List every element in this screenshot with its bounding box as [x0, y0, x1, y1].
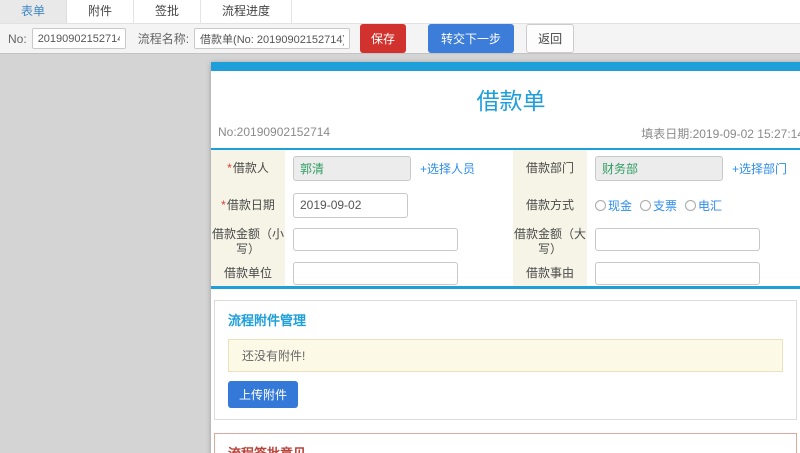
action-toolbar: No: 流程名称: 保存 转交下一步 返回: [0, 24, 800, 54]
form-panel: 借款单 No:20190902152714 填表日期:2019-09-02 15…: [211, 62, 800, 453]
loan-date-label: 借款日期: [226, 197, 275, 212]
select-department-link[interactable]: +选择部门: [732, 160, 787, 177]
borrower-label-cell: * 借款人: [211, 150, 285, 186]
tab-bar: 表单 附件 签批 流程进度: [0, 0, 800, 24]
top-chrome: 表单 附件 签批 流程进度 No: 流程名称: 保存 转交下一步 返回: [0, 0, 800, 54]
department-label-cell: 借款部门: [513, 150, 587, 186]
fill-date: 填表日期:2019-09-02 15:27:14: [641, 127, 800, 141]
radio-cash[interactable]: 现金: [595, 197, 632, 214]
borrower-field-cell: +选择人员: [285, 150, 513, 186]
unit-field-cell: [285, 260, 513, 286]
loan-date-field-cell: [285, 186, 513, 224]
no-attachments-text: 还没有附件!: [242, 349, 306, 363]
page-title: 借款单: [476, 88, 546, 114]
loan-method-radio-group: 现金 支票 电汇: [595, 197, 722, 214]
tab-approval[interactable]: 签批: [134, 0, 202, 23]
required-mark: *: [227, 160, 232, 175]
next-step-button[interactable]: 转交下一步: [428, 24, 515, 53]
form-row-unit-reason: 借款单位 借款事由: [211, 260, 800, 286]
radio-cash-label: 现金: [608, 198, 633, 213]
unit-input[interactable]: [293, 261, 458, 285]
amount-upper-input[interactable]: [595, 228, 760, 251]
unit-label: 借款单位: [223, 265, 272, 280]
loan-method-label: 借款方式: [525, 197, 574, 212]
unit-label-cell: 借款单位: [211, 260, 285, 286]
approval-section: 流程签批意见 B I abc: [214, 433, 797, 453]
radio-button-icon[interactable]: [595, 199, 606, 211]
tab-attachment[interactable]: 附件: [67, 0, 135, 23]
amount-lower-label: 借款金额（小写）: [212, 227, 285, 256]
tab-form[interactable]: 表单: [0, 0, 68, 23]
form-row-date-method: *借款日期 借款方式 现金 支票 电汇: [211, 186, 800, 224]
reason-field-cell: [587, 260, 800, 286]
radio-wire-label: 电汇: [698, 198, 723, 213]
attachments-heading: 流程附件管理: [228, 313, 307, 328]
no-attachments-alert: 还没有附件!: [228, 339, 783, 372]
select-person-link[interactable]: +选择人员: [420, 160, 475, 177]
radio-wire[interactable]: 电汇: [685, 197, 722, 214]
radio-button-icon[interactable]: [640, 199, 652, 211]
radio-cheque-label: 支票: [653, 198, 678, 213]
flow-name-input[interactable]: [194, 28, 351, 49]
borrower-label: 借款人: [232, 160, 269, 175]
back-button[interactable]: 返回: [526, 24, 575, 53]
reason-label: 借款事由: [525, 265, 574, 280]
amount-upper-label-cell: 借款金额（大写）: [513, 224, 587, 260]
form-row-borrower: *借款人 +选择人员 借款部门 +选择部门: [211, 150, 800, 186]
amount-lower-field-cell: [285, 224, 513, 260]
radio-cheque[interactable]: 支票: [640, 197, 677, 214]
save-button[interactable]: 保存: [360, 24, 407, 53]
required-mark: *: [221, 197, 226, 212]
panel-top-accent-bar: [211, 62, 800, 71]
loan-date-label-cell: * 借款日期: [211, 186, 285, 224]
attachments-section: 流程附件管理 还没有附件! 上传附件: [214, 300, 797, 420]
reason-label-cell: 借款事由: [513, 260, 587, 286]
doc-number: No:20190902152714: [218, 125, 331, 139]
department-field-cell: +选择部门: [587, 150, 800, 186]
flow-name-label: 流程名称:: [137, 32, 190, 46]
upload-attachment-button[interactable]: 上传附件: [228, 381, 299, 408]
table-bottom-accent-bar: [211, 286, 800, 289]
loan-date-input[interactable]: [293, 192, 408, 218]
department-input[interactable]: [595, 155, 723, 181]
amount-upper-field-cell: [587, 224, 800, 260]
form-row-amount: 借款金额（小写） 借款金额（大写）: [211, 224, 800, 260]
department-label: 借款部门: [525, 160, 574, 175]
radio-button-icon[interactable]: [685, 199, 697, 211]
tab-process-progress[interactable]: 流程进度: [201, 0, 293, 23]
reason-input[interactable]: [595, 261, 760, 285]
loan-method-field-cell: 现金 支票 电汇: [587, 186, 800, 224]
no-label: No:: [8, 31, 27, 46]
borrower-input[interactable]: [293, 155, 411, 181]
loan-method-label-cell: 借款方式: [513, 186, 587, 224]
approval-heading: 流程签批意见: [228, 443, 783, 453]
amount-lower-label-cell: 借款金额（小写）: [211, 224, 285, 260]
form-meta-row: No:20190902152714 填表日期:2019-09-02 15:27:…: [211, 125, 800, 150]
tab-bar-filler: [292, 0, 800, 23]
no-input[interactable]: [31, 28, 126, 49]
amount-lower-input[interactable]: [293, 228, 458, 251]
amount-upper-label: 借款金额（大写）: [514, 227, 587, 256]
